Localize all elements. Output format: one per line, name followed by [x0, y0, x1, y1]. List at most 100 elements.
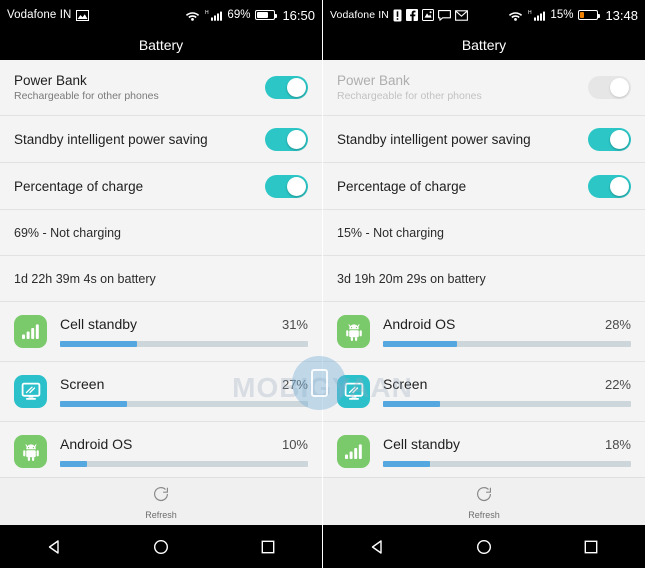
setting-row-power-bank[interactable]: Power Bank Rechargeable for other phones: [0, 60, 322, 116]
monitor-icon: [14, 375, 47, 408]
app-icon: [421, 9, 434, 21]
refresh-icon: [474, 484, 494, 509]
page-title: Battery: [323, 30, 645, 60]
home-icon[interactable]: [454, 525, 514, 568]
setting-row-percentage-of-charge[interactable]: Percentage of charge: [0, 163, 322, 210]
refresh-button[interactable]: Refresh: [0, 477, 322, 525]
usage-row-cell-standby[interactable]: Cell standby 18%: [323, 422, 645, 477]
setting-subtitle: Rechargeable for other phones: [14, 90, 159, 102]
usage-row-screen[interactable]: Screen 27%: [0, 362, 322, 422]
uptime-label: 1d 22h 39m 4s on battery: [14, 271, 156, 286]
setting-title: Standby intelligent power saving: [14, 131, 208, 147]
usage-app-name: Screen: [60, 376, 105, 392]
percentage-of-charge-toggle[interactable]: [265, 174, 308, 198]
setting-row-standby-intelligent-power-saving[interactable]: Standby intelligent power saving: [0, 116, 322, 163]
page-title: Battery: [0, 30, 322, 60]
usage-app-name: Android OS: [383, 316, 456, 332]
status-bar: Vodafone IN H 69% 16:50: [0, 0, 322, 30]
usage-row-android-os[interactable]: Android OS 10%: [0, 422, 322, 477]
refresh-button[interactable]: Refresh: [323, 477, 645, 525]
navigation-bar: [323, 525, 645, 568]
setting-row-percentage-of-charge[interactable]: Percentage of charge: [323, 163, 645, 210]
svg-text:H: H: [205, 10, 209, 16]
usage-percent: 10%: [281, 437, 308, 452]
usage-bar-fill: [383, 401, 441, 407]
settings-list: Power Bank Rechargeable for other phones…: [0, 60, 322, 477]
recents-icon[interactable]: [561, 525, 621, 568]
facebook-icon: [405, 9, 418, 21]
usage-app-name: Cell standby: [383, 436, 461, 452]
usage-bar-fill: [60, 341, 137, 347]
usage-percent: 22%: [604, 377, 631, 392]
usage-app-name: Screen: [383, 376, 428, 392]
signal-bars-icon: [14, 315, 47, 348]
image-icon: [76, 9, 90, 21]
wifi-icon: [508, 10, 523, 21]
wifi-icon: [185, 10, 200, 21]
recents-icon[interactable]: [238, 525, 298, 568]
carrier-label: Vodafone IN: [7, 9, 72, 21]
battery-percent-label: 15%: [550, 9, 574, 21]
charge-status-row: 15% - Not charging: [323, 210, 645, 256]
charge-status-label: 69% - Not charging: [14, 225, 122, 240]
usage-bar-track: [60, 401, 308, 407]
setting-title: Percentage of charge: [14, 178, 144, 194]
setting-title: Percentage of charge: [337, 178, 467, 194]
refresh-label: Refresh: [145, 509, 177, 520]
power-bank-toggle[interactable]: [588, 76, 631, 99]
clock-label: 13:48: [605, 7, 638, 23]
battery-icon: [255, 10, 278, 20]
usage-percent: 31%: [281, 317, 308, 332]
setting-row-standby-intelligent-power-saving[interactable]: Standby intelligent power saving: [323, 116, 645, 163]
message-icon: [437, 9, 451, 21]
setting-title: Standby intelligent power saving: [337, 131, 531, 147]
carrier-label: Vodafone IN: [330, 9, 389, 21]
usage-percent: 27%: [281, 377, 308, 392]
setting-row-power-bank[interactable]: Power Bank Rechargeable for other phones: [323, 60, 645, 116]
gmail-icon: [454, 9, 468, 21]
setting-title: Power Bank: [337, 73, 410, 88]
navigation-bar: [0, 525, 322, 568]
settings-list: Power Bank Rechargeable for other phones…: [323, 60, 645, 477]
status-bar: Vodafone IN H 15% 13:48: [323, 0, 645, 30]
usage-row-android-os[interactable]: Android OS 28%: [323, 302, 645, 362]
signal-h-icon: H: [528, 9, 546, 21]
usage-percent: 28%: [604, 317, 631, 332]
usage-bar-fill: [60, 461, 88, 467]
uptime-row: 1d 22h 39m 4s on battery: [0, 256, 322, 302]
uptime-label: 3d 19h 20m 29s on battery: [337, 271, 486, 286]
back-icon[interactable]: [24, 525, 84, 568]
usage-bar-fill: [383, 341, 458, 347]
standby-power-saving-toggle[interactable]: [265, 127, 308, 151]
refresh-label: Refresh: [468, 509, 500, 520]
charge-status-row: 69% - Not charging: [0, 210, 322, 256]
android-robot-icon: [14, 435, 47, 468]
refresh-icon: [151, 484, 171, 509]
home-icon[interactable]: [131, 525, 191, 568]
battery-percent-label: 69%: [227, 9, 251, 21]
standby-power-saving-toggle[interactable]: [588, 127, 631, 151]
usage-bar-track: [383, 341, 631, 347]
setting-subtitle: Rechargeable for other phones: [337, 90, 482, 102]
usage-row-screen[interactable]: Screen 22%: [323, 362, 645, 422]
phone-screen-left: Vodafone IN H 69% 16:50 Battery Power Ba…: [0, 0, 322, 568]
usage-bar-track: [60, 461, 308, 467]
back-icon[interactable]: [347, 525, 407, 568]
setting-title: Power Bank: [14, 73, 87, 88]
percentage-of-charge-toggle[interactable]: [588, 174, 631, 198]
clock-label: 16:50: [282, 7, 315, 23]
usage-bar-track: [383, 461, 631, 467]
android-robot-icon: [337, 315, 370, 348]
usage-bar-fill: [60, 401, 127, 407]
signal-h-icon: H: [205, 9, 223, 21]
phone-screen-right: Vodafone IN H 15% 13:48 Battery Power Ba…: [322, 0, 645, 568]
uptime-row: 3d 19h 20m 29s on battery: [323, 256, 645, 302]
charge-status-label: 15% - Not charging: [337, 225, 445, 240]
usage-bar-fill: [383, 461, 431, 467]
monitor-icon: [337, 375, 370, 408]
usage-bar-track: [60, 341, 308, 347]
signal-bars-icon: [337, 435, 370, 468]
usage-row-cell-standby[interactable]: Cell standby 31%: [0, 302, 322, 362]
svg-text:H: H: [528, 10, 532, 16]
power-bank-toggle[interactable]: [265, 76, 308, 99]
